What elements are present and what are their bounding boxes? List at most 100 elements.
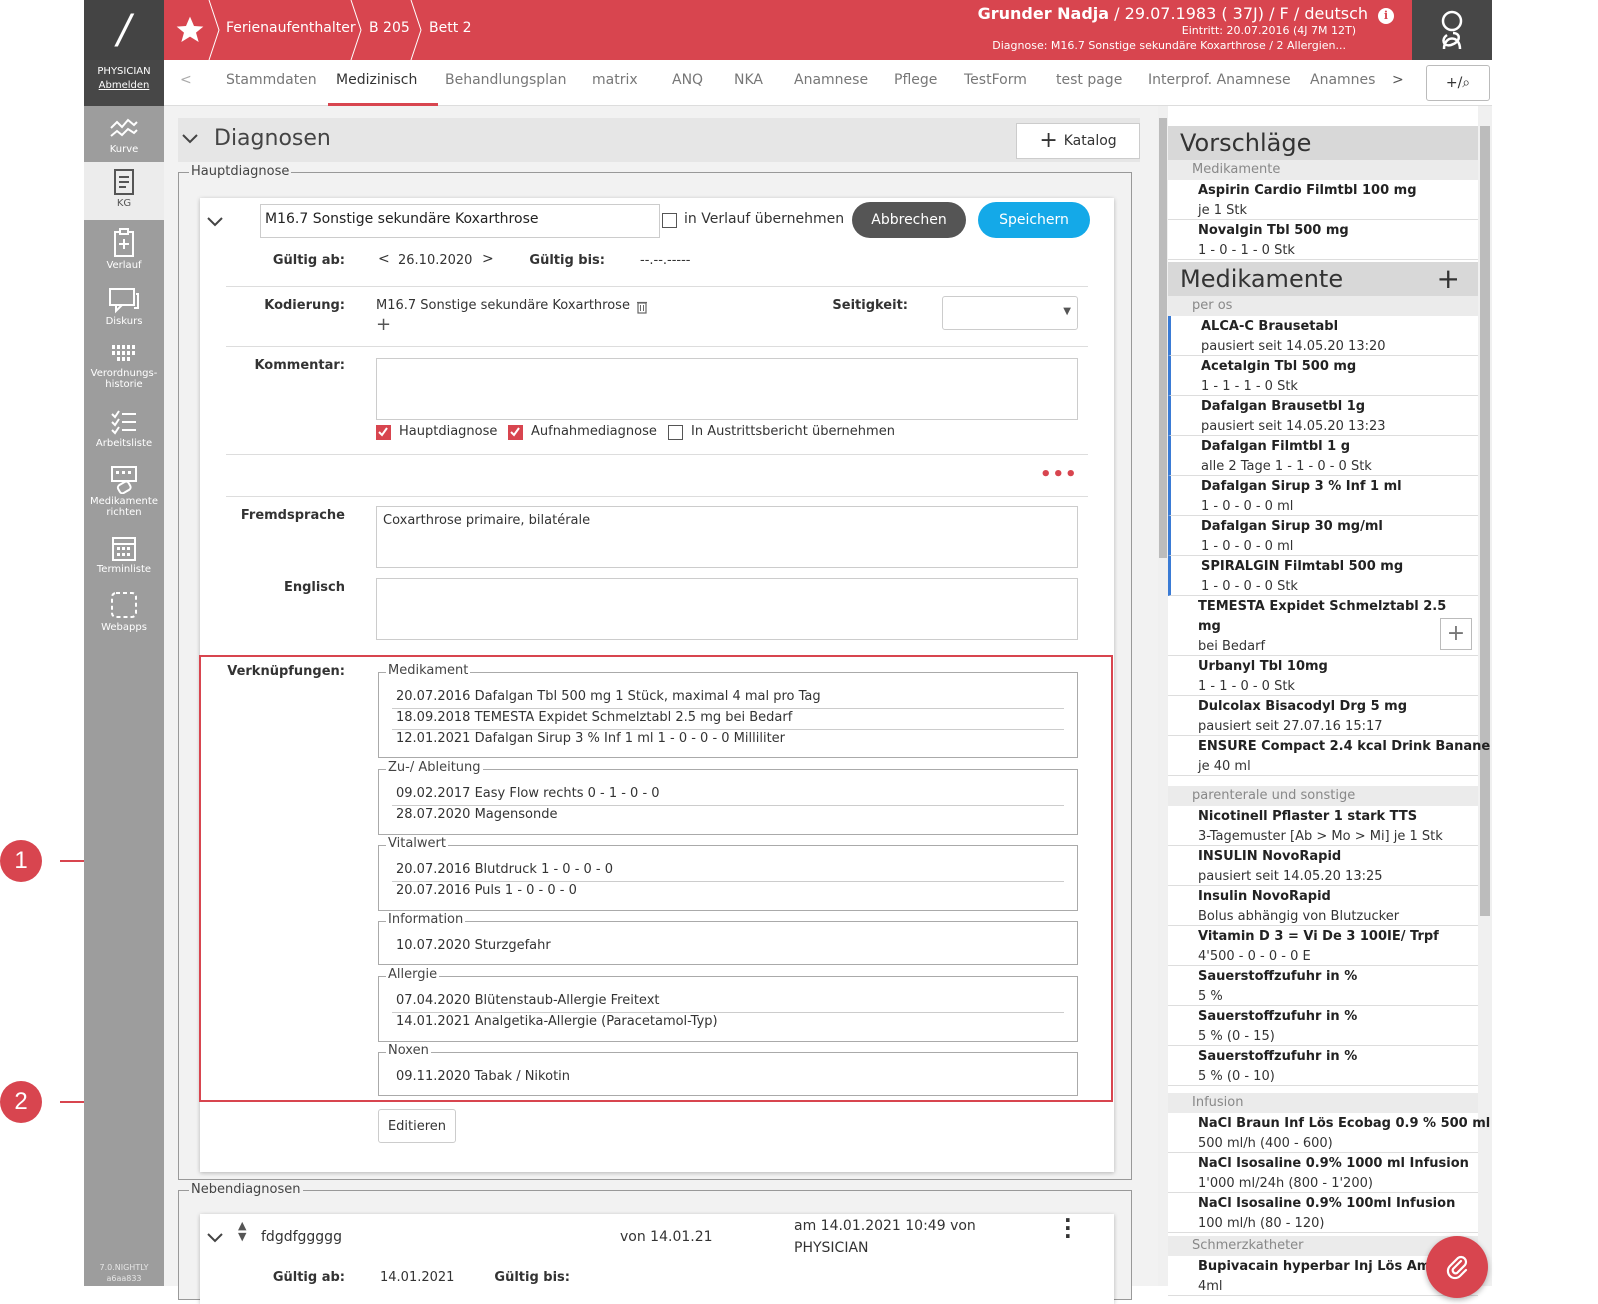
medication-item[interactable]: Dafalgan Brausetbl 1g pausiert seit 14.05…	[1168, 396, 1478, 436]
tab-matrix[interactable]: matrix	[592, 72, 638, 88]
link-row[interactable]: 12.01.2021 Dafalgan Sirup 3 % Inf 1 ml 1…	[396, 731, 785, 746]
medication-item[interactable]: INSULIN NovoRapid pausiert seit 14.05.20 …	[1168, 846, 1478, 886]
breadcrumb-bed[interactable]: Bett 2	[429, 20, 472, 36]
nav-arbeitsliste[interactable]: Arbeitsliste	[84, 402, 164, 458]
medication-item[interactable]: Sauerstoffzufuhr in % 5 %	[1168, 966, 1478, 1006]
tab-testform[interactable]: TestForm	[964, 72, 1027, 88]
save-button[interactable]: Speichern	[978, 202, 1090, 238]
kommentar-textarea[interactable]	[376, 358, 1078, 420]
link-row[interactable]: 20.07.2016 Puls 1 - 0 - 0 - 0	[396, 883, 577, 898]
tab-scroll-left[interactable]: <	[180, 72, 192, 88]
tab-nka[interactable]: NKA	[734, 72, 763, 88]
medication-item[interactable]: TEMESTA Expidet Schmelztabl 2.5 mg bei Bed…	[1168, 596, 1478, 656]
medication-item[interactable]: Acetalgin Tbl 500 mg 1 - 1 - 1 - 0 Stk	[1168, 356, 1478, 396]
katalog-button[interactable]: + Katalog	[1016, 123, 1140, 159]
nav-verordnungshistorie[interactable]: Verordnungs-historie	[84, 336, 164, 396]
diagnosis-input[interactable]: M16.7 Sonstige sekundäre Koxarthrose	[260, 204, 660, 238]
tab-medizinisch[interactable]: Medizinisch	[336, 72, 417, 88]
nav-verlauf[interactable]: Verlauf	[84, 222, 164, 278]
attachment-button[interactable]	[1426, 1236, 1488, 1298]
cancel-button[interactable]: Abbrechen	[852, 202, 966, 238]
gueltig-bis-value[interactable]: --.--.-----	[640, 253, 690, 268]
add-search-button[interactable]: +/⌕	[1426, 65, 1490, 101]
link-row[interactable]: 20.07.2016 Blutdruck 1 - 0 - 0 - 0	[396, 862, 613, 877]
edit-button[interactable]: Editieren	[378, 1109, 456, 1143]
tab-anamnese[interactable]: Anamnese	[794, 72, 868, 88]
nav-diskurs[interactable]: Diskurs	[84, 280, 164, 336]
link-row[interactable]: 10.07.2020 Sturzgefahr	[396, 938, 551, 953]
link-row[interactable]: 07.04.2020 Blütenstaub-Allergie Freitext	[396, 993, 660, 1008]
medication-item[interactable]: Nicotinell Pflaster 1 stark TTS 3-Tagemus…	[1168, 806, 1478, 846]
kebab-menu-icon[interactable]: · · ·	[1064, 1210, 1072, 1246]
tab-behandlungsplan[interactable]: Behandlungsplan	[445, 72, 566, 88]
link-row[interactable]: 09.02.2017 Easy Flow rechts 0 - 1 - 0 - …	[396, 786, 660, 801]
medication-item[interactable]: Urbanyl Tbl 10mg 1 - 1 - 0 - 0 Stk	[1168, 656, 1478, 696]
avatar[interactable]	[1412, 0, 1492, 60]
medication-item[interactable]: Dafalgan Sirup 3 % Inf 1 ml 1 - 0 - 0 - 0…	[1168, 476, 1478, 516]
medication-item[interactable]: Vitamin D 3 = Vi De 3 100IE/ Trpf 4'500 -…	[1168, 926, 1478, 966]
tab-anamnes[interactable]: Anamnes	[1310, 72, 1375, 88]
medication-item[interactable]: NaCl Isosaline 0.9% 100ml Infusion 100 ml…	[1168, 1193, 1478, 1233]
link-row[interactable]: 18.09.2018 TEMESTA Expidet Schmelztabl 2…	[396, 710, 792, 725]
add-medication-icon[interactable]: +	[1437, 262, 1460, 296]
nav-kg[interactable]: KG	[84, 162, 164, 220]
info-icon[interactable]: i	[1378, 8, 1394, 24]
chevron-down-icon[interactable]	[205, 215, 225, 229]
medication-item[interactable]: Novalgin Tbl 500 mg 1 - 0 - 1 - 0 Stk	[1168, 220, 1478, 260]
tab-interprof-anamnese[interactable]: Interprof. Anamnese	[1148, 72, 1291, 88]
nav-webapps[interactable]: Webapps	[84, 584, 164, 640]
link-row[interactable]: 28.07.2020 Magensonde	[396, 807, 557, 822]
englisch-textarea[interactable]	[376, 578, 1078, 640]
sort-icon[interactable]: ▲ ▼	[238, 1220, 246, 1242]
nav-terminliste[interactable]: Terminliste	[84, 528, 164, 584]
chevron-down-icon[interactable]	[180, 132, 200, 146]
breadcrumb-station[interactable]: Ferienaufenthalter	[226, 20, 356, 36]
nav-kurve[interactable]: Kurve	[84, 110, 164, 166]
star-icon[interactable]	[174, 14, 206, 46]
tab-test-page[interactable]: test page	[1056, 72, 1122, 88]
trash-icon[interactable]	[636, 300, 648, 314]
medication-item[interactable]: Dafalgan Filmtbl 1 g alle 2 Tage 1 - 1 - …	[1168, 436, 1478, 476]
verlauf-checkbox[interactable]	[662, 213, 677, 228]
tab-stammdaten[interactable]: Stammdaten	[226, 72, 317, 88]
link-row[interactable]: 20.07.2016 Dafalgan Tbl 500 mg 1 Stück, …	[396, 689, 821, 704]
add-coding-icon[interactable]: +	[376, 314, 391, 335]
date-next-icon[interactable]: >	[482, 251, 494, 267]
medication-item[interactable]: SPIRALGIN Filmtabl 500 mg 1 - 0 - 0 - 0 S…	[1168, 556, 1478, 596]
hauptdiagnose-checkbox[interactable]	[376, 425, 391, 440]
medication-item[interactable]: ALCA-C Brausetabl pausiert seit 14.05.20 …	[1168, 316, 1478, 356]
breadcrumb-room[interactable]: B 205	[369, 20, 410, 36]
logout-link[interactable]: Abmelden	[84, 80, 164, 91]
right-scrollbar[interactable]	[1478, 106, 1492, 1286]
patient-header[interactable]: Grunder Nadja / 29.07.1983 ( 37J) / F / …	[978, 4, 1368, 23]
more-options-icon[interactable]: •••	[1040, 464, 1078, 485]
date-prev-icon[interactable]: <	[378, 251, 390, 267]
add-item-button[interactable]: +	[1440, 618, 1472, 650]
aufnahmediagnose-checkbox[interactable]	[508, 425, 523, 440]
nav-medikamente-richten[interactable]: Medikamente richten	[84, 458, 164, 524]
medication-item[interactable]: Insulin NovoRapid Bolus abhängig von Blut…	[1168, 886, 1478, 926]
gueltig-ab-value[interactable]: 26.10.2020	[398, 253, 472, 268]
link-row[interactable]: 09.11.2020 Tabak / Nikotin	[396, 1069, 570, 1084]
seitigkeit-select[interactable]: ▼	[942, 296, 1078, 330]
medication-item[interactable]: Dafalgan Sirup 30 mg/ml 1 - 0 - 0 - 0 ml	[1168, 516, 1478, 556]
austrittsbericht-checkbox[interactable]	[668, 425, 683, 440]
medication-item[interactable]: Sauerstoffzufuhr in % 5 % (0 - 10)	[1168, 1046, 1478, 1086]
tab-anq[interactable]: ANQ	[672, 72, 703, 88]
medication-item[interactable]: Sauerstoffzufuhr in % 5 % (0 - 15)	[1168, 1006, 1478, 1046]
link-row[interactable]: 14.01.2021 Analgetika-Allergie (Paraceta…	[396, 1014, 718, 1029]
medication-item[interactable]: NaCl Isosaline 0.9% 1000 ml Infusion 1'00…	[1168, 1153, 1478, 1193]
scrollbar-thumb[interactable]	[1159, 118, 1167, 558]
nebendiagnose-name[interactable]: fdgdfggggg	[261, 1229, 342, 1245]
medication-item[interactable]: Dulcolax Bisacodyl Drg 5 mg pausiert seit…	[1168, 696, 1478, 736]
app-logo[interactable]: /	[84, 0, 164, 60]
fremdsprache-textarea[interactable]: Coxarthrose primaire, bilatérale	[376, 506, 1078, 568]
medication-item[interactable]: NaCl Braun Inf Lös Ecobag 0.9 % 500 ml 50…	[1168, 1113, 1490, 1153]
medication-item[interactable]: Aspirin Cardio Filmtbl 100 mg je 1 Stk	[1168, 180, 1478, 220]
scrollbar-thumb[interactable]	[1480, 126, 1490, 916]
tab-pflege[interactable]: Pflege	[894, 72, 937, 88]
medication-item[interactable]: ENSURE Compact 2.4 kcal Drink Banane je 4…	[1168, 736, 1490, 776]
chevron-down-icon[interactable]	[205, 1231, 225, 1245]
tab-scroll-right[interactable]: >	[1392, 72, 1404, 88]
main-scrollbar[interactable]	[1158, 106, 1168, 1286]
